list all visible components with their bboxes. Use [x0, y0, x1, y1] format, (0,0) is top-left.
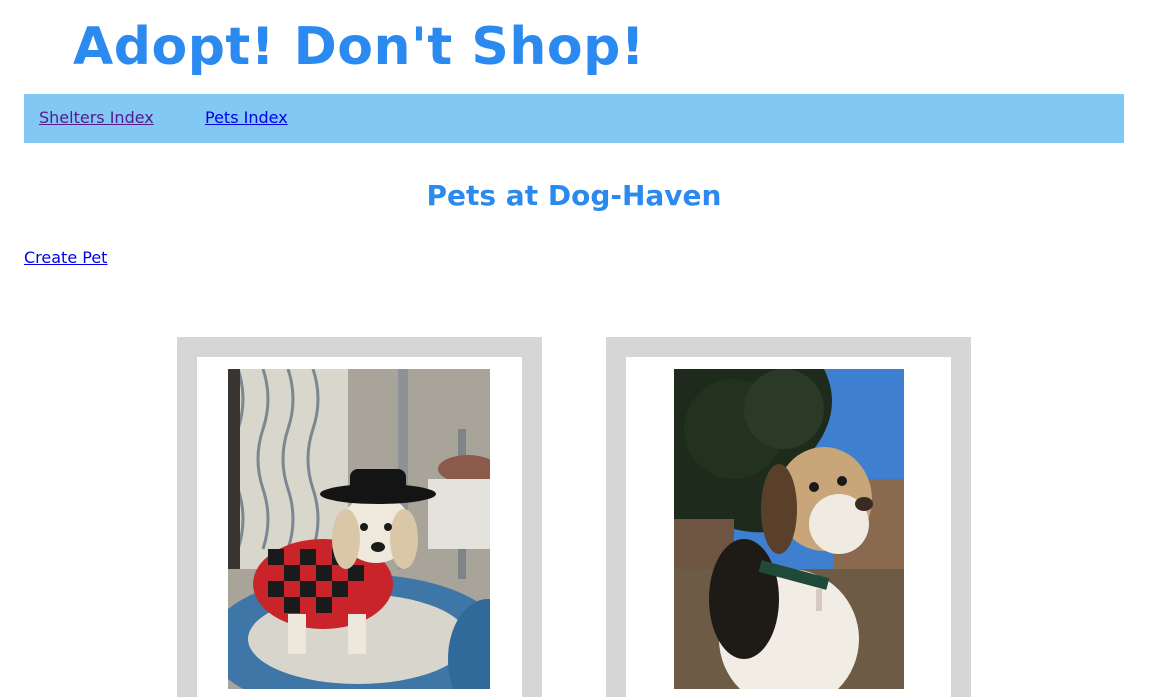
pet-card — [177, 337, 542, 697]
page-heading: Pets at Dog-Haven — [426, 179, 722, 212]
pet-card — [606, 337, 971, 697]
site-title: Adopt! Don't Shop! — [73, 17, 646, 77]
pet-photo-beagle-outdoors[interactable] — [674, 369, 904, 689]
nav-link-shelters-index[interactable]: Shelters Index — [39, 108, 154, 128]
pet-card-body — [197, 357, 522, 697]
create-pet-link[interactable]: Create Pet — [24, 248, 107, 268]
pet-card-body — [626, 357, 951, 697]
pet-photo-beagle-cowboy[interactable] — [228, 369, 490, 689]
navbar: Shelters Index Pets Index — [24, 94, 1124, 143]
nav-link-pets-index[interactable]: Pets Index — [205, 108, 288, 128]
